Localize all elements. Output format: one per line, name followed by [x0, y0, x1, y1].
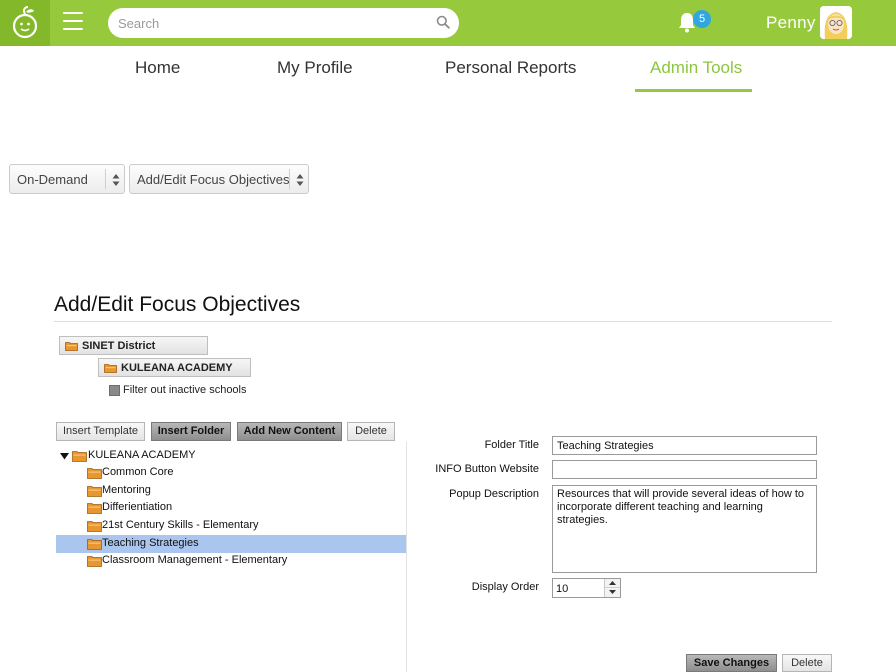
folder-icon [87, 521, 102, 532]
menu-icon[interactable] [63, 12, 83, 32]
folder-icon [72, 451, 87, 462]
title-divider [54, 321, 832, 322]
active-nav-indicator [635, 89, 752, 92]
nav-my-profile[interactable]: My Profile [277, 58, 353, 78]
save-changes-button[interactable]: Save Changes [686, 654, 777, 672]
delete-button[interactable]: Delete [347, 422, 395, 441]
updown-arrows-icon [296, 174, 304, 186]
form-delete-button[interactable]: Delete [782, 654, 832, 672]
folder-icon [87, 539, 102, 550]
caret-down-icon[interactable] [60, 453, 69, 460]
tree-item-classroom-management[interactable]: Classroom Management - Elementary [56, 552, 406, 570]
nav-admin-tools[interactable]: Admin Tools [650, 58, 742, 78]
updown-arrows-icon [112, 174, 120, 186]
top-bar: 5 Penny [0, 0, 896, 46]
tree-item-mentoring[interactable]: Mentoring [56, 482, 406, 500]
folder-icon [87, 486, 102, 497]
avatar-image [820, 6, 852, 39]
folder-icon [87, 468, 102, 479]
school-name: KULEANA ACADEMY [121, 362, 233, 374]
apple-logo-icon [12, 6, 38, 39]
display-order-label: Display Order [471, 581, 539, 593]
increment-button[interactable] [605, 579, 620, 588]
popup-description-label: Popup Description [449, 488, 539, 500]
apple-logo[interactable] [0, 0, 50, 46]
district-name: SINET District [82, 340, 156, 352]
display-order-stepper [552, 578, 621, 598]
tree-root-label: KULEANA ACADEMY [88, 449, 196, 461]
page-title: Add/Edit Focus Objectives [54, 293, 301, 316]
nav-personal-reports[interactable]: Personal Reports [445, 58, 576, 78]
filter-inactive-label: Filter out inactive schools [123, 384, 247, 396]
search-bar [108, 8, 459, 38]
tree-item-21st-century-skills[interactable]: 21st Century Skills - Elementary [56, 517, 406, 535]
avatar[interactable] [820, 6, 852, 39]
arrow-down-icon [609, 590, 616, 594]
notification-badge: 5 [693, 10, 711, 28]
search-icon[interactable] [436, 15, 450, 29]
insert-template-button[interactable]: Insert Template [56, 422, 145, 441]
tree-item-label: 21st Century Skills - Elementary [102, 519, 259, 531]
search-input[interactable] [118, 13, 428, 33]
tree-item-label: Classroom Management - Elementary [102, 554, 288, 566]
tree-item-teaching-strategies[interactable]: Teaching Strategies [56, 535, 406, 553]
display-order-field[interactable] [556, 581, 602, 596]
spinner [604, 579, 620, 597]
folder-icon [87, 556, 102, 567]
info-website-field[interactable] [552, 460, 817, 479]
panel-divider [406, 442, 407, 672]
select-divider [289, 169, 290, 189]
folder-title-label: Folder Title [484, 439, 539, 451]
filter-inactive-checkbox[interactable] [109, 385, 120, 396]
tree-item-differientiation[interactable]: Differientiation [56, 499, 406, 517]
popup-description-field[interactable]: Resources that will provide several idea… [552, 485, 817, 573]
tree-item-label: Differientiation [102, 501, 173, 513]
user-name[interactable]: Penny [766, 13, 816, 33]
decrement-button[interactable] [605, 588, 620, 597]
folder-icon [104, 364, 117, 373]
category-select-value: On-Demand [17, 172, 88, 187]
folder-title-field[interactable] [552, 436, 817, 455]
folder-icon [65, 342, 78, 351]
tree-item-label: Teaching Strategies [102, 537, 199, 549]
school-tab[interactable]: KULEANA ACADEMY [98, 358, 251, 377]
insert-folder-button[interactable]: Insert Folder [151, 422, 231, 441]
district-tab[interactable]: SINET District [59, 336, 208, 355]
tree-item-label: Common Core [102, 466, 174, 478]
tree-item-common-core[interactable]: Common Core [56, 464, 406, 482]
info-website-label: INFO Button Website [435, 463, 539, 475]
tree-item-label: Mentoring [102, 484, 151, 496]
page-select[interactable]: Add/Edit Focus Objectives [129, 164, 309, 194]
category-select[interactable]: On-Demand [9, 164, 125, 194]
select-divider [105, 169, 106, 189]
page-select-value: Add/Edit Focus Objectives [137, 172, 290, 187]
add-new-content-button[interactable]: Add New Content [237, 422, 342, 441]
folder-icon [87, 503, 102, 514]
nav-home[interactable]: Home [135, 58, 180, 78]
arrow-up-icon [609, 581, 616, 585]
